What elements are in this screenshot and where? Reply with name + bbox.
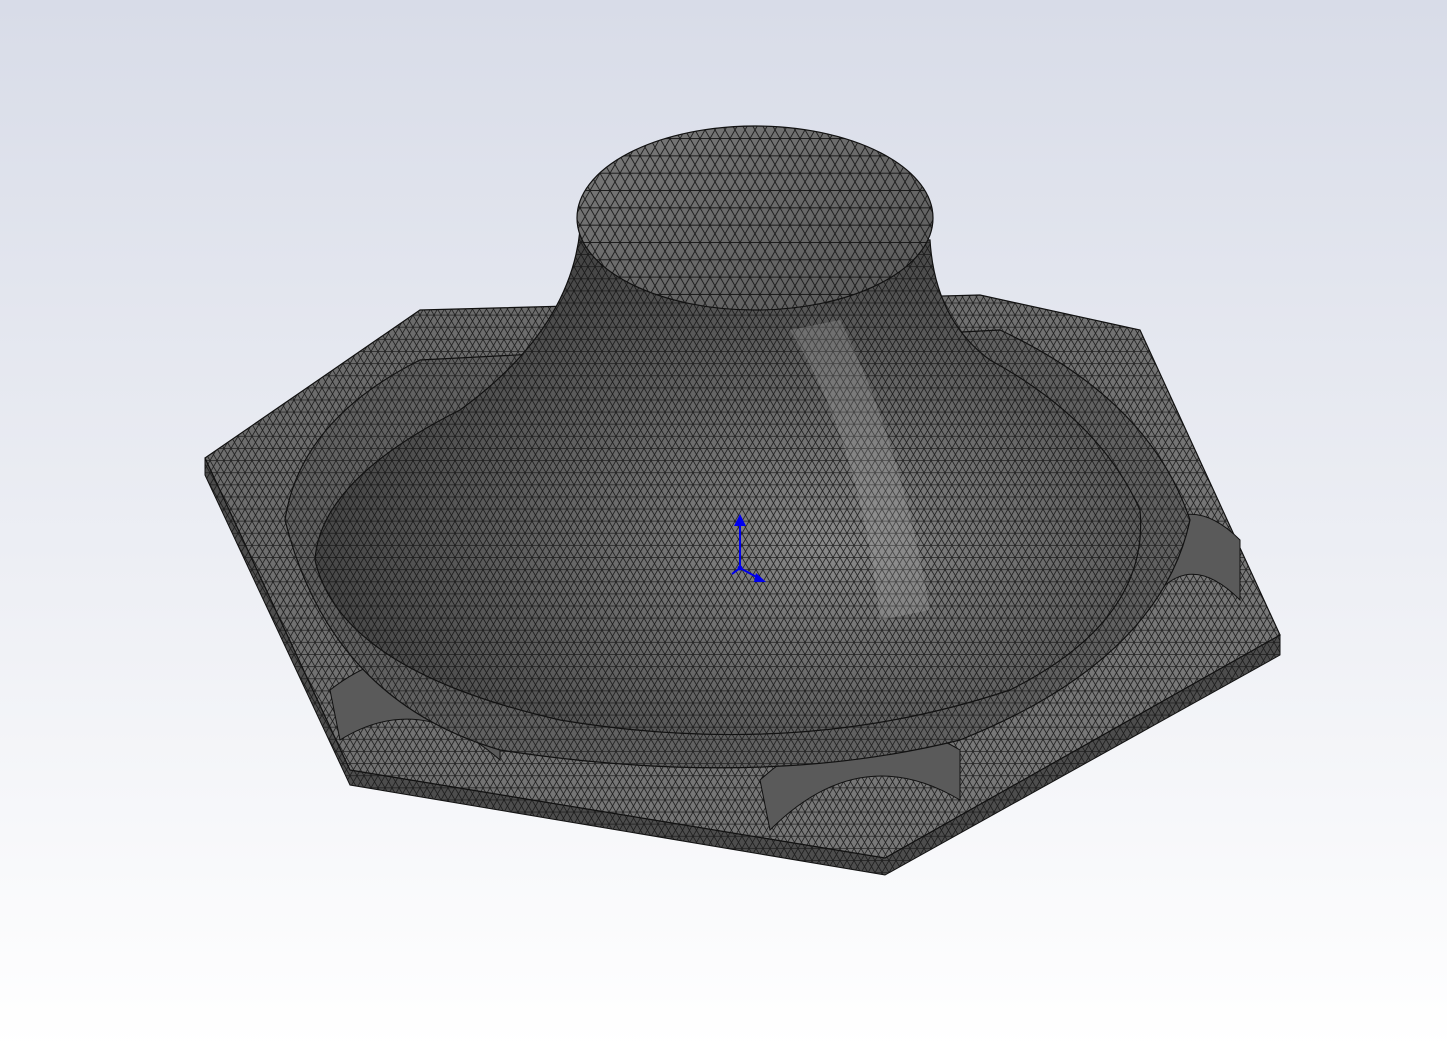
scene-canvas[interactable] <box>0 0 1447 1049</box>
triad-origin <box>737 565 743 571</box>
graphics-viewport[interactable] <box>0 0 1447 1049</box>
top-cap-mesh <box>577 126 933 310</box>
